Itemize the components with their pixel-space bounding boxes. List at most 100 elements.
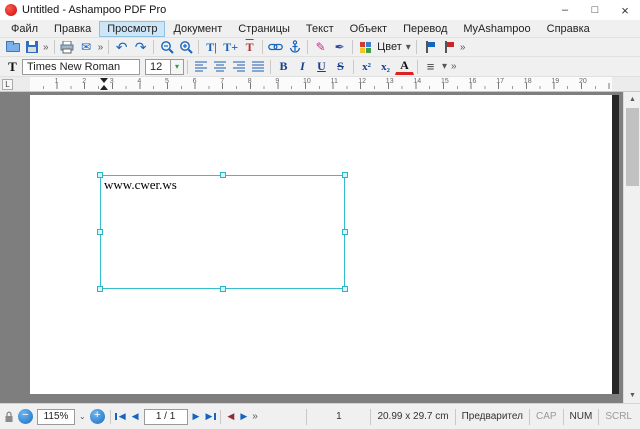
document-area: www.cwer.ws ▲ ▼ — [0, 92, 640, 403]
subscript-button[interactable]: x₂ — [376, 58, 395, 75]
resize-handle-top-right[interactable] — [342, 172, 348, 178]
menu-edit[interactable]: Правка — [46, 21, 99, 37]
history-back-button[interactable]: ◀ — [224, 411, 237, 422]
first-page-button[interactable]: ◀ — [114, 411, 129, 422]
resize-handle-bottom-left[interactable] — [97, 286, 103, 292]
zoom-level-select[interactable]: 115% — [37, 408, 75, 425]
overflow-button-format[interactable]: » — [449, 61, 459, 72]
link-button[interactable] — [266, 39, 285, 56]
font-size-input[interactable]: 12 — [145, 58, 171, 75]
toolbar-separator — [187, 59, 188, 74]
font-family-select[interactable]: Times New Roman — [22, 58, 140, 75]
resize-handle-middle-left[interactable] — [97, 229, 103, 235]
last-page-button[interactable]: ▶ — [202, 411, 217, 422]
align-justify-icon — [251, 61, 264, 72]
edit-text-button[interactable]: T| — [202, 39, 221, 56]
overflow-button-bookmarks[interactable]: » — [458, 42, 468, 53]
ink-pen-button[interactable]: ✒ — [330, 39, 349, 56]
open-file-button[interactable] — [3, 39, 22, 56]
zoom-in-button[interactable] — [176, 39, 195, 56]
save-button[interactable] — [22, 39, 41, 56]
resize-handle-bottom-center[interactable] — [219, 286, 226, 292]
menu-translate[interactable]: Перевод — [395, 21, 455, 37]
close-button[interactable]: × — [610, 0, 640, 20]
menu-text[interactable]: Текст — [298, 21, 342, 37]
resize-handle-top-left[interactable] — [97, 172, 103, 178]
highlight-pen-button[interactable]: ✎ — [311, 39, 330, 56]
toolbar-separator — [307, 40, 309, 54]
color-picker-button[interactable] — [356, 39, 375, 56]
color-dropdown-arrow[interactable]: ▾ — [404, 42, 413, 53]
anchor-button[interactable] — [285, 39, 304, 56]
align-left-button[interactable] — [191, 58, 210, 75]
superscript-button[interactable]: x² — [357, 58, 376, 75]
text-frame-button[interactable]: T — [240, 39, 259, 56]
scrollbar-thumb[interactable] — [626, 108, 639, 186]
strikethrough-button[interactable]: S — [331, 58, 350, 75]
zoom-out-button-status[interactable]: − — [18, 409, 33, 424]
red-flag-icon — [442, 40, 455, 54]
zoom-dropdown-arrow[interactable]: ⌄ — [77, 412, 88, 421]
list-button[interactable]: ≡ — [421, 58, 440, 75]
preview-mode-label: Предварител — [454, 408, 529, 425]
minimize-button[interactable]: – — [550, 0, 580, 20]
menu-object[interactable]: Объект — [342, 21, 395, 37]
align-center-button[interactable] — [210, 58, 229, 75]
add-text-button[interactable]: T+ — [221, 39, 240, 56]
window-title: Untitled - Ashampoo PDF Pro — [22, 4, 167, 16]
document-page[interactable]: www.cwer.ws — [30, 95, 612, 394]
scroll-up-button[interactable]: ▲ — [624, 92, 640, 107]
history-forward-button[interactable]: ▶ — [237, 411, 250, 422]
resize-handle-bottom-right[interactable] — [342, 286, 348, 292]
italic-button[interactable]: I — [293, 58, 312, 75]
menu-myashampoo[interactable]: MyAshampoo — [455, 21, 538, 37]
font-size-dropdown-arrow[interactable]: ▾ — [171, 58, 184, 75]
color-button-label[interactable]: Цвет — [375, 41, 404, 53]
vertical-scrollbar[interactable]: ▲ ▼ — [623, 92, 640, 403]
menu-pages[interactable]: Страницы — [230, 21, 298, 37]
horizontal-ruler: L 1 2 3 4 5 6 7 8 9 10 11 12 13 14 15 16 17 18 19 20 — [0, 77, 640, 92]
resize-handle-top-center[interactable] — [219, 172, 226, 178]
left-indent-marker[interactable] — [100, 85, 108, 90]
underline-button[interactable]: U — [312, 58, 331, 75]
print-button[interactable] — [58, 39, 77, 56]
scroll-down-button[interactable]: ▼ — [624, 388, 640, 403]
align-right-button[interactable] — [229, 58, 248, 75]
bookmark-red-button[interactable] — [439, 39, 458, 56]
redo-button[interactable]: ↷ — [131, 39, 150, 56]
previous-page-button[interactable]: ◀ — [129, 411, 142, 422]
align-right-icon — [232, 61, 245, 72]
align-justify-button[interactable] — [248, 58, 267, 75]
menu-view[interactable]: Просмотр — [99, 20, 166, 37]
menu-document[interactable]: Документ — [165, 21, 230, 37]
toolbar-separator — [270, 59, 271, 74]
toolbar-separator — [108, 40, 110, 54]
email-button[interactable]: ✉ — [77, 39, 96, 56]
bookmark-blue-button[interactable] — [420, 39, 439, 56]
first-line-indent-marker[interactable] — [100, 78, 108, 83]
tab-selector[interactable]: L — [2, 79, 13, 90]
next-page-button[interactable]: ▶ — [190, 411, 203, 422]
list-dropdown-arrow[interactable]: ▾ — [440, 61, 449, 72]
zoom-out-button[interactable] — [157, 39, 176, 56]
toolbar-separator — [417, 59, 418, 74]
resize-handle-middle-right[interactable] — [342, 229, 348, 235]
overflow-button-output[interactable]: » — [96, 42, 106, 53]
menu-help[interactable]: Справка — [539, 21, 598, 37]
toolbar-separator — [153, 40, 155, 54]
zoom-in-button-status[interactable]: + — [89, 409, 105, 424]
link-icon — [268, 43, 283, 51]
textbox-text[interactable]: www.cwer.ws — [104, 177, 177, 193]
selected-text-box[interactable]: www.cwer.ws — [97, 172, 348, 292]
lock-icon[interactable] — [4, 411, 14, 423]
toolbar-separator — [353, 59, 354, 74]
status-separator — [109, 409, 111, 424]
overflow-button-status[interactable]: » — [250, 411, 260, 422]
page-indicator[interactable]: 1 / 1 — [143, 408, 188, 425]
bold-button[interactable]: B — [274, 58, 293, 75]
font-color-button[interactable]: A — [395, 58, 414, 75]
maximize-button[interactable]: □ — [580, 0, 610, 20]
menu-file[interactable]: Файл — [3, 21, 46, 37]
overflow-button-files[interactable]: » — [41, 42, 51, 53]
undo-button[interactable]: ↶ — [112, 39, 131, 56]
